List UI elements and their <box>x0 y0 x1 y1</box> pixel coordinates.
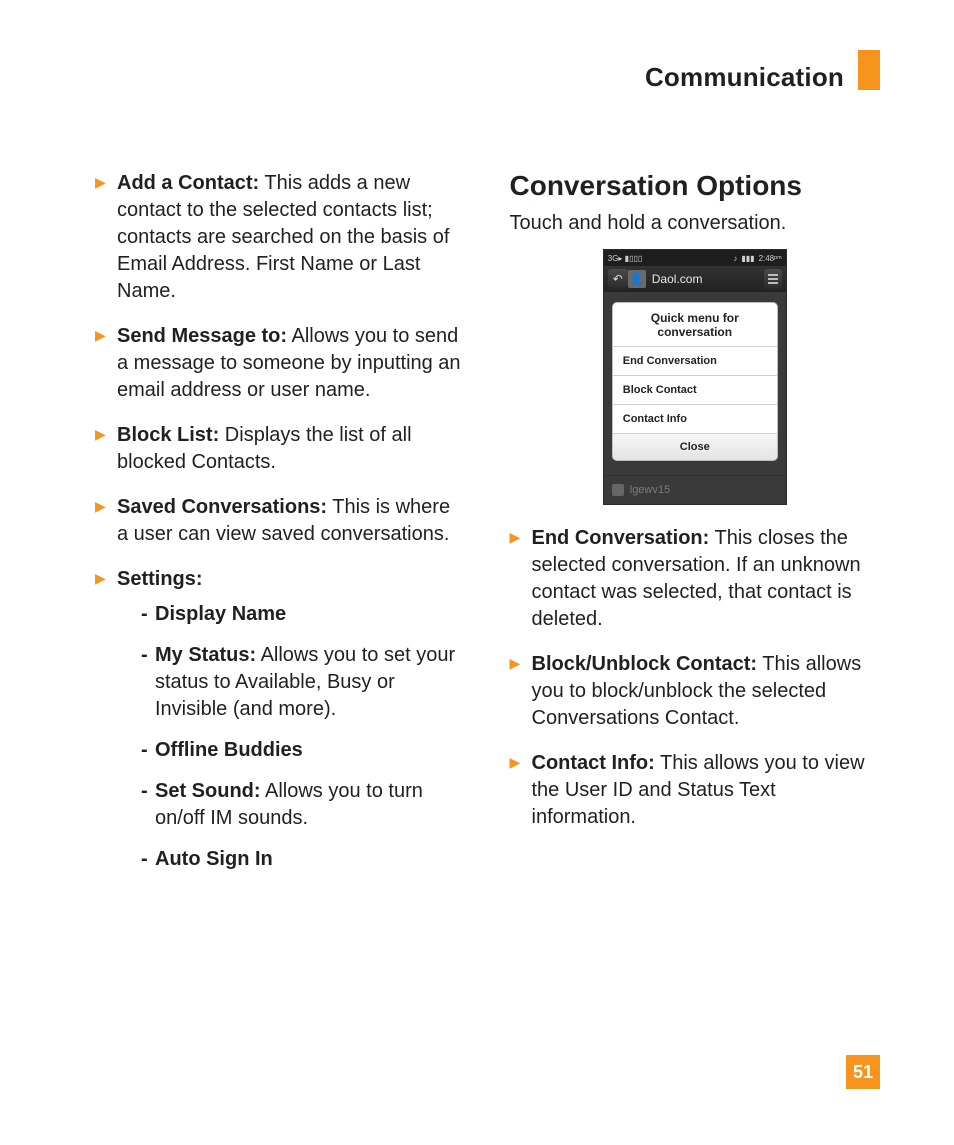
phone-frame: 3G▸ ▮▯▯▯ ♪ ▮▮▮ 2:48ᵖᵐ ↶ 👤 Daol.com <box>603 249 787 505</box>
left-bullet-list: Add a Contact: This adds a new contact t… <box>95 170 466 873</box>
phone-overlay-area: Quick menu for conversation End Conversa… <box>604 292 786 475</box>
status-battery-icon: ▮▮▮ <box>741 254 754 263</box>
right-column: Conversation Options Touch and hold a co… <box>510 170 881 891</box>
quick-menu-title: Quick menu for conversation <box>613 303 777 347</box>
conversation-name: lgewv15 <box>630 484 670 496</box>
back-button[interactable]: ↶ <box>608 269 628 289</box>
status-sound-icon: ♪ <box>733 254 737 263</box>
header-accent-tab <box>858 50 880 90</box>
item-label: Add a Contact: <box>117 172 259 194</box>
status-signal-text: 3G▸ ▮▯▯▯ <box>608 254 643 263</box>
menu-item-end-conversation[interactable]: End Conversation <box>613 347 777 376</box>
menu-close-button[interactable]: Close <box>613 434 777 460</box>
menu-item-contact-info[interactable]: Contact Info <box>613 405 777 434</box>
item-label: End Conversation: <box>532 527 710 549</box>
quick-menu-card: Quick menu for conversation End Conversa… <box>612 302 778 461</box>
menu-item-block-contact[interactable]: Block Contact <box>613 376 777 405</box>
sub-item: Display Name <box>141 601 466 628</box>
sub-label: Display Name <box>155 603 286 625</box>
page-number: 51 <box>846 1055 880 1089</box>
settings-sublist: Display Name My Status: Allows you to se… <box>117 601 466 873</box>
sub-label: Set Sound: <box>155 780 261 802</box>
status-time: 2:48ᵖᵐ <box>759 254 782 263</box>
avatar-icon: 👤 <box>628 270 646 288</box>
phone-title: Daol.com <box>646 272 764 286</box>
conversation-options-intro: Touch and hold a conversation. <box>510 212 881 235</box>
item-label: Block/Unblock Contact: <box>532 653 758 675</box>
list-item: Send Message to: Allows you to send a me… <box>95 323 466 404</box>
sub-label: Auto Sign In <box>155 848 273 870</box>
sub-item: Set Sound: Allows you to turn on/off IM … <box>141 778 466 832</box>
content-columns: Add a Contact: This adds a new contact t… <box>95 170 880 891</box>
sub-item: Offline Buddies <box>141 737 466 764</box>
phone-header: ↶ 👤 Daol.com <box>604 266 786 292</box>
phone-screenshot-figure: 3G▸ ▮▯▯▯ ♪ ▮▮▮ 2:48ᵖᵐ ↶ 👤 Daol.com <box>510 249 881 505</box>
item-label: Settings: <box>117 568 203 590</box>
list-item: Block/Unblock Contact: This allows you t… <box>510 651 881 732</box>
list-item: Block List: Displays the list of all blo… <box>95 422 466 476</box>
section-header: Communication <box>645 62 844 93</box>
left-column: Add a Contact: This adds a new contact t… <box>95 170 466 891</box>
menu-icon[interactable] <box>764 269 782 289</box>
item-label: Contact Info: <box>532 752 655 774</box>
list-item: Saved Conversations: This is where a use… <box>95 494 466 548</box>
list-item: End Conversation: This closes the select… <box>510 525 881 633</box>
sub-label: My Status: <box>155 644 256 666</box>
list-item-settings: Settings: Display Name My Status: Allows… <box>95 566 466 873</box>
list-item: Contact Info: This allows you to view th… <box>510 750 881 831</box>
quick-menu-title-line2: conversation <box>657 325 732 339</box>
item-label: Block List: <box>117 424 219 446</box>
sub-item: My Status: Allows you to set your status… <box>141 642 466 723</box>
conversation-row: lgewv15 <box>604 475 786 504</box>
quick-menu-title-line1: Quick menu for <box>651 311 739 325</box>
sub-item: Auto Sign In <box>141 846 466 873</box>
phone-status-bar: 3G▸ ▮▯▯▯ ♪ ▮▮▮ 2:48ᵖᵐ <box>604 250 786 266</box>
right-bullet-list: End Conversation: This closes the select… <box>510 525 881 831</box>
mini-avatar-icon <box>612 484 624 496</box>
conversation-options-heading: Conversation Options <box>510 170 881 202</box>
item-label: Saved Conversations: <box>117 496 327 518</box>
sub-label: Offline Buddies <box>155 739 303 761</box>
list-item: Add a Contact: This adds a new contact t… <box>95 170 466 305</box>
item-label: Send Message to: <box>117 325 287 347</box>
